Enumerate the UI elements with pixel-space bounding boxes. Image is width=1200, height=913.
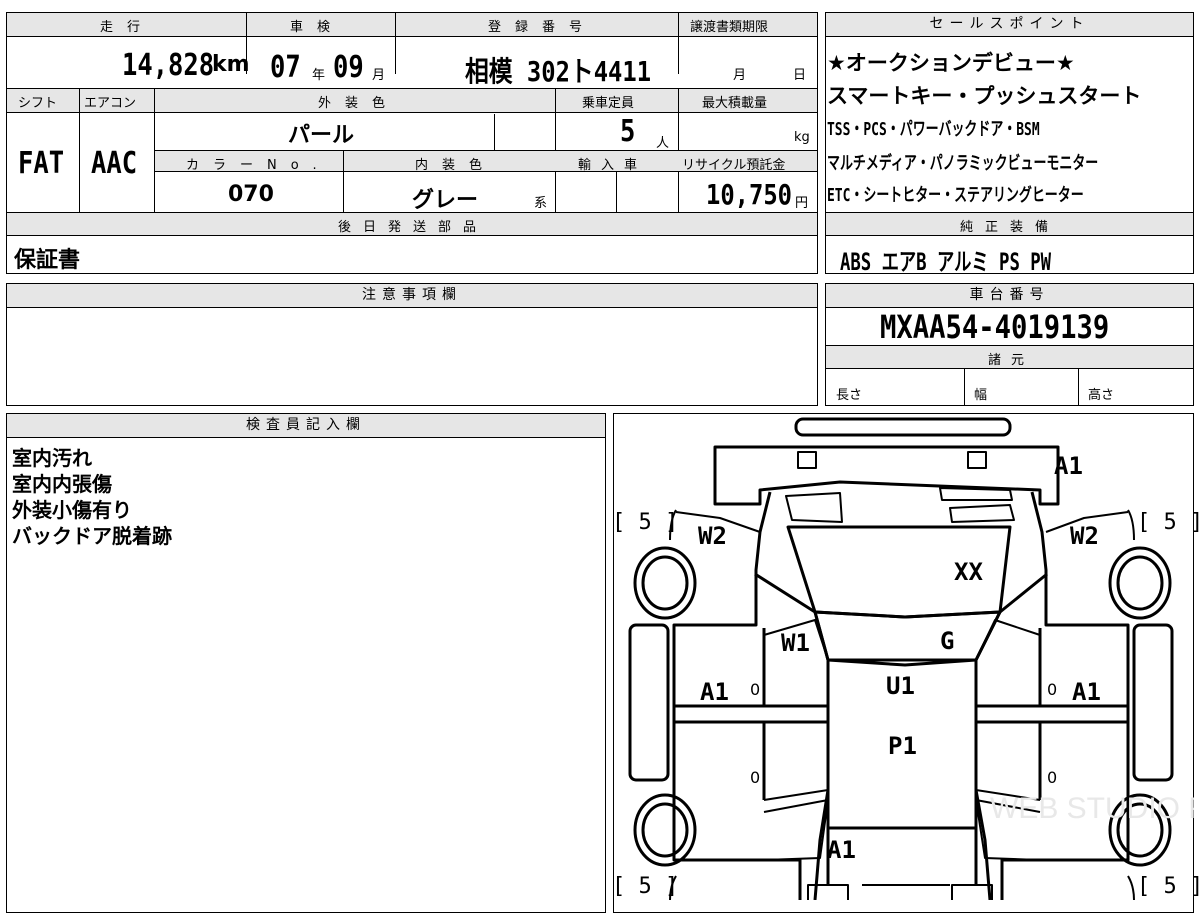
sales-line-5: ETC・シートヒター・ステアリングヒーター [827,185,1084,206]
chassis-header: 車台番号 [826,284,1193,308]
inspection-year: 07 [270,50,301,85]
capacity-value: 5 [620,114,636,149]
mark-right-front-door: A1 [1072,678,1101,706]
capacity-label: 乗車定員 [582,96,635,111]
inspection-month: 09 [333,50,364,85]
mark-door-zero-4: 0 [1047,768,1058,787]
windshield-shape [813,610,1002,667]
exterior-color-value: パール [288,123,355,148]
mark-front-window: W1 [781,629,810,657]
recycle-value: 10,750 [706,178,792,211]
tire-label-front-left: [ 5 ] [612,510,679,535]
later-parts-label: 後日発送部品 [338,220,489,235]
genuine-equipment-value: ABS エアB アルミ PS PW [840,248,1052,276]
front-bumper-shape [794,417,1012,437]
mark-windshield-left: W2 [698,522,727,550]
mileage-value: 14,828 [122,48,215,83]
genuine-equipment-header: 純正装備 [960,220,1061,235]
tire-label-front-right: [ 5 ] [1137,510,1200,535]
inspector-line-4: バックドア脱着跡 [12,524,172,548]
mark-hood: XX [954,558,983,586]
recycle-label: リサイクル預託金 [682,158,786,173]
mark-rear-panel: A1 [827,836,856,864]
mark-door-zero-3: 0 [750,768,761,787]
mark-roof-front: U1 [886,672,915,700]
mileage-label: 走行 [100,20,155,35]
mileage-unit: km [212,52,250,77]
mark-roof-rear: P1 [888,732,917,760]
chassis-value: MXAA54-4019139 [880,308,1110,346]
mark-hood-rear: G [940,627,955,655]
transfer-day-unit: 日 [793,68,807,83]
watermark: WEB STUDIO PRO [990,792,1194,825]
mark-windshield-right: W2 [1070,522,1099,550]
capacity-unit: 人 [656,136,670,151]
spec-header: 諸元 [988,353,1035,368]
mark-door-zero-2: 0 [1047,680,1058,699]
inspection-year-unit: 年 [312,68,326,83]
plate-value: 相模 302ト4411 [465,55,652,88]
mark-left-front-door: A1 [700,678,729,706]
inspector-line-3: 外装小傷有り [12,498,132,522]
mark-front-bumper: A1 [1054,452,1083,480]
sales-line-3: TSS・PCS・パワーバックドア・BSM [827,119,1040,140]
sales-point-header: セールスポイント [826,13,1193,37]
inspector-line-1: 室内汚れ [12,446,92,470]
sales-line-1: ★オークションデビュー★ [827,51,1075,75]
tire-label-rear-left: [ 5 ] [612,874,679,899]
import-label: 輸入車 [578,158,648,173]
recycle-unit: 円 [795,196,809,211]
transfer-deadline-label: 譲渡書類期限 [690,20,769,35]
inspector-header: 検査員記入欄 [7,414,605,438]
front-panel-shape [713,445,1060,506]
transfer-month-unit: 月 [733,68,747,83]
inspector-line-2: 室内内張傷 [12,472,112,496]
exterior-color-label: 外装色 [318,96,400,111]
width-label: 幅 [974,388,988,403]
height-label: 高さ [1088,388,1115,403]
interior-color-suffix: 系 [534,196,548,211]
car-diagram: WEB STUDIO PRO [628,417,1194,900]
max-load-label: 最大積載量 [702,96,768,111]
color-no-label: カラーNo. [186,158,331,173]
inspection-month-unit: 月 [372,68,386,83]
length-label: 長さ [836,388,863,403]
sales-line-4: マルチメディア・パノラミックビューモニター [827,153,1099,174]
max-load-unit: kg [794,130,810,145]
tire-label-rear-right: [ 5 ] [1137,874,1200,899]
aircon-label: エアコン [84,96,137,111]
color-no-value: 070 [228,182,274,207]
interior-color-value: グレー [412,188,479,213]
aircon-value: AAC [91,146,138,181]
inspection-label: 車検 [290,20,345,35]
mark-door-zero-1: 0 [750,680,761,699]
shift-label: シフト [18,96,58,111]
sales-line-2: スマートキー・プッシュスタート [827,84,1142,108]
notes-header: 注意事項欄 [7,284,817,308]
plate-label: 登録番号 [488,20,597,35]
shift-value: FAT [18,146,65,181]
interior-color-label: 内装色 [415,158,497,173]
later-parts-value: 保証書 [14,248,81,273]
